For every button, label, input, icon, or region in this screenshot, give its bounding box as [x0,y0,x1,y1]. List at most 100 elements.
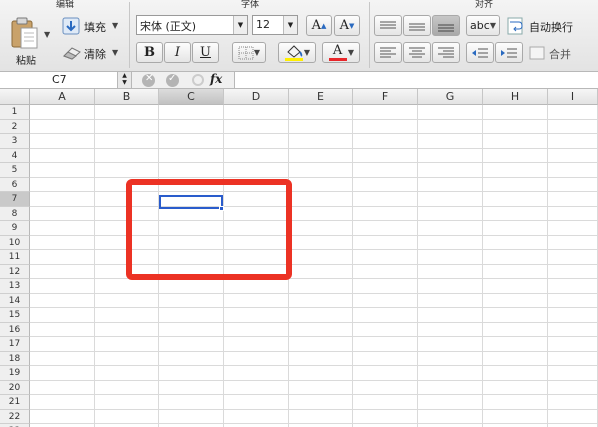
select-all-corner[interactable] [0,89,30,105]
row-header-21[interactable]: 21 [0,395,30,410]
row-header-6[interactable]: 6 [0,177,30,192]
font-color-swatch [328,58,347,61]
spinner-icon [192,74,204,86]
gridline-horizontal [30,423,598,424]
gridline-horizontal [30,321,598,323]
row-header-1[interactable]: 1 [0,105,30,120]
column-header-c[interactable]: C [159,89,224,105]
italic-icon: I [174,45,181,60]
row-header-17[interactable]: 17 [0,337,30,352]
underline-icon: U [200,45,211,60]
row-header-16[interactable]: 16 [0,322,30,337]
down-arrow-icon: ▼ [349,21,355,30]
fill-label: 填充 [84,21,106,34]
text-orientation-button[interactable]: abc ▼ [466,15,500,36]
underline-button[interactable]: U [192,42,219,63]
chevron-down-icon: ▼ [112,48,119,57]
column-header-e[interactable]: E [289,89,353,105]
fill-down-icon [62,17,80,35]
formula-builder-button[interactable]: fx [190,72,232,88]
row-header-5[interactable]: 5 [0,163,30,178]
row-header-10[interactable]: 10 [0,235,30,250]
gridline-horizontal [30,176,598,178]
row-header-20[interactable]: 20 [0,380,30,395]
formula-input[interactable] [234,72,598,88]
align-left-icon [380,47,396,57]
align-top-icon [380,21,396,28]
column-header-h[interactable]: H [483,89,548,105]
shrink-font-icon: A [339,18,349,33]
align-middle-icon [409,23,425,30]
row-header-14[interactable]: 14 [0,293,30,308]
align-middle-button[interactable] [403,15,431,36]
fill-color-button[interactable]: ▼ [278,42,316,63]
fill-button[interactable]: 填充 ▼ [60,15,124,37]
wrap-text-icon [507,17,523,35]
grow-font-button[interactable]: A ▲ [306,15,332,36]
row-header-3[interactable]: 3 [0,134,30,149]
column-header-i[interactable]: I [548,89,598,105]
font-name-dropdown[interactable]: 宋体 (正文) ▼ [136,15,248,35]
gridline-horizontal [30,408,598,410]
decrease-indent-button[interactable] [466,42,494,63]
align-center-button[interactable] [403,42,431,63]
column-header-d[interactable]: D [224,89,289,105]
name-box[interactable]: C7 [0,72,118,88]
gridline-horizontal [30,205,598,207]
merge-button[interactable]: 合并 [527,42,595,63]
row-header-12[interactable]: 12 [0,264,30,279]
red-highlight-box [126,179,292,280]
formula-bar: C7 ▲ ▼ ✕ ✓ fx [0,72,598,89]
row-header-22[interactable]: 22 [0,409,30,424]
paste-button[interactable]: ▼ 粘贴 [6,14,52,67]
gridline-horizontal [30,147,598,149]
cancel-formula-button[interactable]: ✕ [142,73,155,87]
confirm-formula-button[interactable]: ✓ [166,73,179,87]
abc-icon: abc [470,19,490,32]
row-header-11[interactable]: 11 [0,250,30,265]
close-icon: ✕ [145,73,154,84]
column-header-g[interactable]: G [418,89,483,105]
spreadsheet-grid[interactable]: ABCDEFGHI 1 2 3 4 5 6 7 8 9 10 11 12 13 14 15 16 17 18 19 2… [0,89,598,427]
ribbon-separator [129,2,130,68]
row-header-2[interactable]: 2 [0,119,30,134]
column-header-b[interactable]: B [95,89,159,105]
fill-color-swatch [284,58,303,61]
row-header-7[interactable]: 7 [0,192,30,207]
align-right-button[interactable] [432,42,460,63]
italic-button[interactable]: I [164,42,191,63]
row-header-15[interactable]: 15 [0,308,30,323]
group-title-edit: 编辑 [55,0,74,10]
row-header-4[interactable]: 4 [0,148,30,163]
eraser-icon [63,47,81,60]
clear-button[interactable]: 清除 ▼ [60,42,124,64]
paste-icon [11,17,38,49]
column-header-a[interactable]: A [30,89,95,105]
merge-label: 合并 [549,48,571,61]
font-size-dropdown[interactable]: 12 ▼ [252,15,298,35]
name-box-stepper[interactable]: ▲ ▼ [118,72,132,88]
bold-button[interactable]: B [136,42,163,63]
row-header-13[interactable]: 13 [0,279,30,294]
chevron-down-icon: ▼ [283,16,297,34]
increase-indent-icon [501,48,517,57]
wrap-text-button[interactable]: 自动换行 [505,15,595,36]
paint-bucket-icon [284,45,303,61]
borders-button[interactable]: ▼ [232,42,266,63]
row-header-9[interactable]: 9 [0,221,30,236]
shrink-font-button[interactable]: A ▼ [334,15,360,36]
row-header-8[interactable]: 8 [0,206,30,221]
increase-indent-button[interactable] [495,42,523,63]
column-header-f[interactable]: F [353,89,418,105]
align-top-button[interactable] [374,15,402,36]
row-header-18[interactable]: 18 [0,351,30,366]
align-left-button[interactable] [374,42,402,63]
wrap-text-label: 自动换行 [529,21,573,34]
chevron-down-icon: ▼ [44,30,51,39]
gridline-horizontal [30,162,598,163]
chevron-down-icon: ▼ [253,48,261,57]
row-header-19[interactable]: 19 [0,366,30,381]
font-color-button[interactable]: A ▼ [322,42,360,63]
align-bottom-button[interactable] [432,15,460,36]
chevron-down-icon: ▼ [347,48,355,57]
